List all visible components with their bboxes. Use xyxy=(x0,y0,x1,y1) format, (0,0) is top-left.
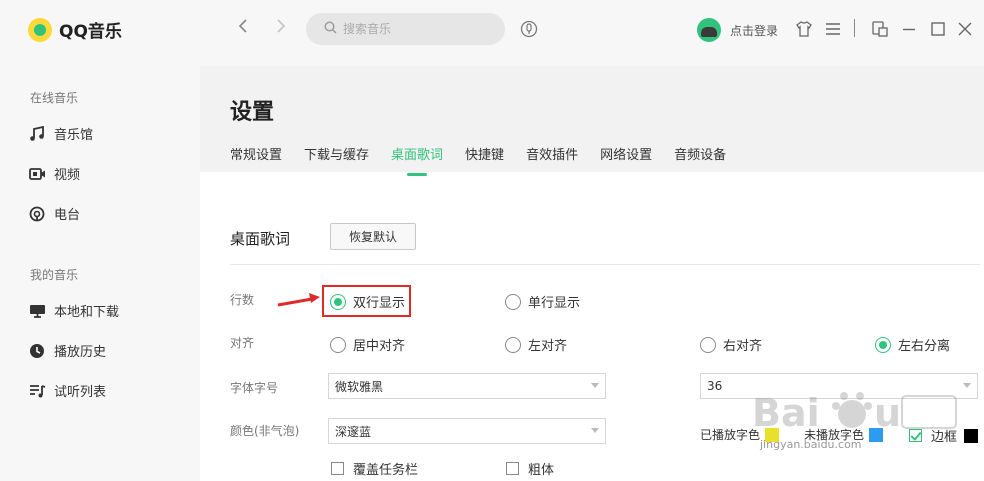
align-label: 对齐 xyxy=(230,336,255,350)
search-input[interactable] xyxy=(343,22,493,36)
radio-label: 居中对齐 xyxy=(353,339,406,354)
radio-label: 左对齐 xyxy=(528,339,568,354)
color-scheme-select[interactable]: 深邃蓝 xyxy=(328,418,606,444)
radio-unchecked-icon xyxy=(330,336,346,353)
sidebar-item-label: 本地和下载 xyxy=(54,305,120,320)
radio-label: 左右分离 xyxy=(898,339,951,354)
section-title: 桌面歌词 xyxy=(230,230,291,248)
chevron-down-icon xyxy=(591,383,599,388)
svg-text:u: u xyxy=(874,391,901,435)
tab-download-cache[interactable]: 下载与缓存 xyxy=(304,144,369,163)
sidebar-item-history[interactable]: 播放历史 xyxy=(28,341,106,360)
sidebar-group-title-online: 在线音乐 xyxy=(30,91,79,105)
sidebar-item-label: 试听列表 xyxy=(54,385,107,400)
radio-label: 右对齐 xyxy=(723,339,763,354)
played-color-label: 已播放字色 xyxy=(700,428,761,442)
radio-unchecked-icon xyxy=(505,293,521,310)
overlay-taskbar-checkbox[interactable]: 覆盖任务栏 xyxy=(331,459,418,478)
annotation-arrow-icon xyxy=(276,291,322,313)
settings-tabs: 常规设置 下载与缓存 桌面歌词 快捷键 音效插件 网络设置 音频设备 xyxy=(230,144,748,176)
bold-checkbox[interactable]: 粗体 xyxy=(506,459,554,478)
video-icon xyxy=(28,165,46,183)
back-icon[interactable] xyxy=(234,18,254,40)
tab-shortcuts[interactable]: 快捷键 xyxy=(465,144,504,163)
color-label: 颜色(非气泡) xyxy=(230,424,300,438)
checkbox-unchecked-icon xyxy=(331,462,344,475)
tab-network[interactable]: 网络设置 xyxy=(600,144,652,163)
radio-label: 单行显示 xyxy=(528,296,581,311)
voice-search-icon[interactable] xyxy=(520,20,538,38)
baidu-jingyan-watermark-icon: Bai u xyxy=(752,384,962,464)
close-icon[interactable] xyxy=(956,20,974,38)
music-note-icon xyxy=(28,125,46,143)
radio-unchecked-icon xyxy=(700,336,716,353)
app-logo[interactable]: QQ音乐 xyxy=(28,17,122,42)
top-bar: 点击登录 xyxy=(200,0,984,66)
sidebar-item-radio[interactable]: 电台 xyxy=(28,204,80,223)
sidebar-item-label: 电台 xyxy=(54,208,81,223)
select-value: 深邃蓝 xyxy=(335,424,372,439)
border-color-swatch[interactable] xyxy=(964,428,979,443)
avatar[interactable] xyxy=(697,18,721,42)
section-divider xyxy=(230,264,980,265)
settings-header: 设置 常规设置 下载与缓存 桌面歌词 快捷键 音效插件 网络设置 音频设备 xyxy=(200,66,984,176)
history-icon xyxy=(28,342,46,360)
sidebar: QQ音乐 在线音乐 音乐馆 视频 电台 我的音乐 本地和下载 播放历史 试听列表 xyxy=(0,0,200,481)
overlay-taskbar-label: 覆盖任务栏 xyxy=(353,463,419,478)
tab-sound-plugins[interactable]: 音效插件 xyxy=(526,144,578,163)
monitor-icon xyxy=(28,302,46,320)
font-label: 字体字号 xyxy=(230,381,279,395)
watermark-url: jingyan.baidu.com xyxy=(760,438,862,451)
sidebar-item-label: 音乐馆 xyxy=(54,128,94,143)
sidebar-group-title-mine: 我的音乐 xyxy=(30,268,79,282)
app-name: QQ音乐 xyxy=(59,22,122,42)
radio-align-split[interactable]: 左右分离 xyxy=(875,335,950,354)
forward-icon[interactable] xyxy=(270,18,290,40)
select-value: 36 xyxy=(707,379,723,393)
checkbox-unchecked-icon xyxy=(506,462,519,475)
font-family-select[interactable]: 微软雅黑 xyxy=(328,373,606,399)
chevron-down-icon xyxy=(963,383,971,388)
rows-label: 行数 xyxy=(230,293,255,307)
search-box[interactable] xyxy=(306,13,505,45)
qq-music-logo-icon xyxy=(28,17,52,42)
tab-audio-device[interactable]: 音频设备 xyxy=(674,144,726,163)
page-title: 设置 xyxy=(230,100,275,125)
login-link[interactable]: 点击登录 xyxy=(730,22,778,39)
sidebar-item-playlist[interactable]: 试听列表 xyxy=(28,381,106,400)
sidebar-item-video[interactable]: 视频 xyxy=(28,164,80,183)
search-icon xyxy=(324,20,337,38)
menu-icon[interactable] xyxy=(824,20,842,38)
toolbar-separator xyxy=(854,19,855,37)
radio-checked-icon xyxy=(875,336,891,353)
sidebar-item-label: 播放历史 xyxy=(54,345,107,360)
sidebar-item-label: 视频 xyxy=(54,168,81,183)
reset-default-button[interactable]: 恢复默认 xyxy=(330,223,416,250)
maximize-icon[interactable] xyxy=(929,20,947,38)
radio-unchecked-icon xyxy=(505,336,521,353)
annotation-highlight-box xyxy=(322,285,411,317)
svg-text:Bai: Bai xyxy=(752,391,820,435)
sidebar-item-music-hall[interactable]: 音乐馆 xyxy=(28,124,93,143)
sidebar-item-local-download[interactable]: 本地和下载 xyxy=(28,301,119,320)
tab-desktop-lyrics[interactable]: 桌面歌词 xyxy=(391,144,443,176)
chevron-down-icon xyxy=(591,428,599,433)
mini-mode-icon[interactable] xyxy=(871,20,889,38)
bold-label: 粗体 xyxy=(528,463,555,478)
radio-align-left[interactable]: 左对齐 xyxy=(505,335,567,354)
minimize-icon[interactable] xyxy=(900,20,918,38)
radio-align-center[interactable]: 居中对齐 xyxy=(330,335,405,354)
radio-align-right[interactable]: 右对齐 xyxy=(700,335,762,354)
tab-general[interactable]: 常规设置 xyxy=(230,144,282,163)
playlist-icon xyxy=(28,382,46,400)
radio-icon xyxy=(28,205,46,223)
skin-icon[interactable] xyxy=(795,20,813,38)
select-value: 微软雅黑 xyxy=(335,379,384,394)
radio-single-line[interactable]: 单行显示 xyxy=(505,292,580,311)
